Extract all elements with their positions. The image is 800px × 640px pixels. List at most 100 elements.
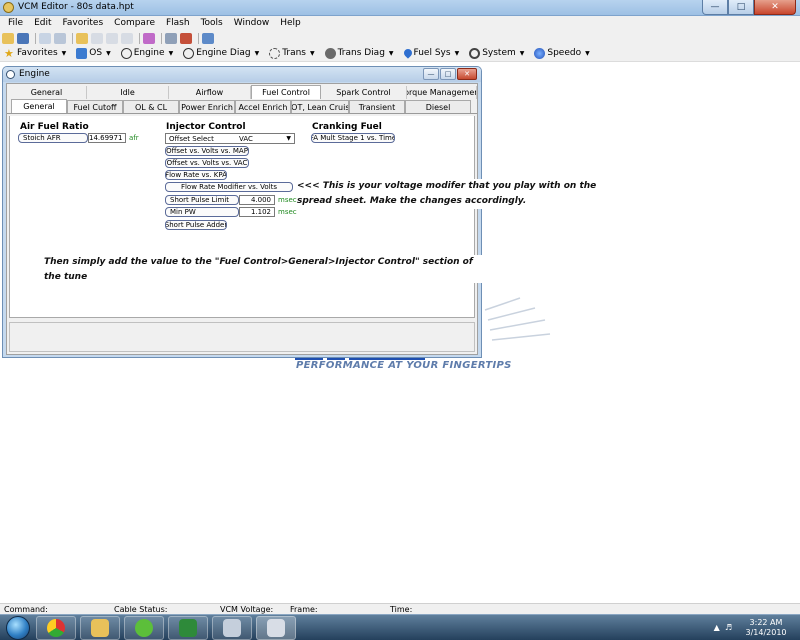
folder-icon[interactable] bbox=[76, 32, 88, 44]
flash-icon[interactable] bbox=[180, 32, 192, 44]
volume-icon[interactable]: ♬ bbox=[725, 623, 732, 632]
toolbar-separator bbox=[139, 32, 140, 44]
tab-torque-management[interactable]: Torque Management bbox=[407, 86, 477, 99]
stoich-afr-value[interactable]: 14.69971 bbox=[88, 133, 126, 143]
subtab-ol-cl[interactable]: OL & CL bbox=[123, 100, 179, 113]
category-toolbar: ★ Favorites ▼ OS ▼ Engine ▼ Engine Diag ▼ Tr… bbox=[0, 45, 800, 62]
tab-idle[interactable]: Idle bbox=[87, 86, 169, 99]
subtab-general[interactable]: General bbox=[11, 99, 67, 113]
fuel-control-general-panel: Air Fuel Ratio Stoich AFR 14.69971 afr I… bbox=[9, 116, 475, 318]
air-fuel-ratio-heading: Air Fuel Ratio bbox=[20, 122, 89, 132]
toolbar-separator bbox=[198, 32, 199, 44]
offset-volts-map-button[interactable]: Offset vs. Volts vs. MAP bbox=[165, 146, 249, 156]
tab-fuel-control[interactable]: Fuel Control bbox=[251, 85, 321, 99]
read-icon[interactable] bbox=[91, 32, 103, 44]
save-icon[interactable] bbox=[17, 32, 29, 44]
toolbar-trans-label: Trans bbox=[282, 48, 306, 58]
toolbar-engine-diag[interactable]: Engine Diag ▼ bbox=[183, 47, 259, 59]
taskbar-vcm-scanner[interactable] bbox=[212, 616, 252, 640]
min-pw-value[interactable]: 1.102 bbox=[239, 207, 275, 217]
folder-icon bbox=[91, 619, 109, 637]
engine-icon bbox=[120, 47, 132, 59]
menu-help[interactable]: Help bbox=[280, 16, 308, 31]
taskbar-explorer[interactable] bbox=[80, 616, 120, 640]
engine-minimize-button[interactable]: — bbox=[423, 68, 439, 80]
tab-airflow[interactable]: Airflow bbox=[169, 86, 251, 99]
tab-general[interactable]: General bbox=[7, 86, 87, 99]
menu-compare[interactable]: Compare bbox=[114, 16, 162, 31]
trans-icon bbox=[269, 47, 281, 59]
taskbar-app-green[interactable] bbox=[124, 616, 164, 640]
engine-close-button[interactable]: ✕ bbox=[457, 68, 477, 80]
status-frame: Frame: bbox=[290, 605, 318, 614]
tab-spark-control[interactable]: Spark Control bbox=[321, 86, 407, 99]
menu-flash[interactable]: Flash bbox=[166, 16, 197, 31]
checksum-icon[interactable] bbox=[143, 32, 155, 44]
engine-window-titlebar[interactable]: Engine — □ ✕ bbox=[3, 67, 481, 82]
short-pulse-adder-button[interactable]: Short Pulse Adder bbox=[165, 220, 227, 230]
fuel-drop-icon bbox=[401, 47, 414, 59]
anchor-icon[interactable] bbox=[202, 32, 214, 44]
maximize-button[interactable]: □ bbox=[728, 0, 754, 15]
window-controls: — □ ✕ bbox=[702, 0, 796, 15]
main-tabs: General Idle Airflow Fuel Control Spark … bbox=[7, 85, 477, 99]
start-button[interactable] bbox=[6, 616, 30, 640]
fa-mult-stage1-button[interactable]: FA Mult Stage 1 vs. Time bbox=[311, 133, 395, 143]
toolbar-trans[interactable]: Trans ▼ bbox=[269, 47, 315, 59]
minimize-button[interactable]: — bbox=[702, 0, 728, 15]
toolbar-speedo[interactable]: Speedo ▼ bbox=[534, 47, 590, 59]
engine-maximize-button[interactable]: □ bbox=[440, 68, 456, 80]
tray-icons[interactable]: ▲ ♬ bbox=[714, 623, 732, 632]
subtab-cot-lean-cruise[interactable]: COT, Lean Cruise bbox=[291, 100, 349, 113]
stoich-afr-unit: afr bbox=[129, 134, 139, 142]
short-pulse-limit-button[interactable]: Short Pulse Limit bbox=[165, 195, 239, 205]
offset-volts-vac-button[interactable]: Offset vs. Volts vs. VAC bbox=[165, 158, 249, 168]
taskbar-chrome[interactable] bbox=[36, 616, 76, 640]
min-pw-button[interactable]: Min PW bbox=[165, 207, 239, 217]
menu-file[interactable]: File bbox=[8, 16, 30, 31]
toolbar-engine-label: Engine bbox=[133, 48, 165, 58]
open-icon[interactable] bbox=[2, 32, 14, 44]
verify-icon[interactable] bbox=[121, 32, 133, 44]
taskbar-excel[interactable] bbox=[168, 616, 208, 640]
short-pulse-limit-value[interactable]: 4.000 bbox=[239, 195, 275, 205]
menu-tools[interactable]: Tools bbox=[201, 16, 230, 31]
app-titlebar[interactable]: VCM Editor - 80s data.hpt — □ ✕ bbox=[0, 0, 800, 16]
toolbar-system-label: System bbox=[482, 48, 516, 58]
scanner-icon[interactable] bbox=[165, 32, 177, 44]
menu-window[interactable]: Window bbox=[234, 16, 277, 31]
compare-icon[interactable] bbox=[39, 32, 51, 44]
write-icon[interactable] bbox=[106, 32, 118, 44]
stoich-afr-button[interactable]: Stoich AFR bbox=[18, 133, 88, 143]
menu-favorites[interactable]: Favorites bbox=[63, 16, 111, 31]
system-icon bbox=[469, 47, 481, 59]
flow-rate-kpa-button[interactable]: Flow Rate vs. KPA bbox=[165, 170, 227, 180]
status-bar: Command: Cable Status: VCM Voltage: Fram… bbox=[0, 603, 800, 614]
clock-time: 3:22 AM bbox=[749, 618, 783, 627]
subtab-power-enrich[interactable]: Power Enrich bbox=[179, 100, 235, 113]
print-icon[interactable] bbox=[54, 32, 66, 44]
toolbar-engine[interactable]: Engine ▼ bbox=[120, 47, 173, 59]
star-icon: ★ bbox=[4, 46, 14, 60]
taskbar-clock[interactable]: 3:22 AM 3/14/2010 bbox=[736, 618, 796, 638]
taskbar-vcm-editor[interactable] bbox=[256, 616, 296, 640]
toolbar-fuel-sys[interactable]: Fuel Sys ▼ bbox=[401, 47, 459, 59]
offset-select-combo[interactable]: Offset Select VAC ▼ bbox=[165, 133, 295, 144]
toolbar-trans-diag[interactable]: Trans Diag ▼ bbox=[324, 47, 394, 59]
chrome-icon bbox=[47, 619, 65, 637]
frog-icon bbox=[135, 619, 153, 637]
toolbar-favorites[interactable]: ★ Favorites ▼ bbox=[4, 48, 66, 59]
menu-edit[interactable]: Edit bbox=[34, 16, 58, 31]
tray-expand-icon[interactable]: ▲ bbox=[714, 623, 720, 632]
toolbar-engine-diag-label: Engine Diag bbox=[196, 48, 251, 58]
toolbar-os[interactable]: OS ▼ bbox=[76, 47, 111, 59]
subtab-accel-enrich[interactable]: Accel Enrich bbox=[235, 100, 291, 113]
subtab-diesel[interactable]: Diesel bbox=[405, 100, 471, 113]
min-pw-unit: msec bbox=[278, 208, 297, 216]
close-button[interactable]: ✕ bbox=[754, 0, 796, 15]
toolbar-system[interactable]: System ▼ bbox=[469, 47, 524, 59]
short-pulse-limit-unit: msec bbox=[278, 196, 297, 204]
subtab-transient[interactable]: Transient bbox=[349, 100, 405, 113]
flow-rate-modifier-button[interactable]: Flow Rate Modifier vs. Volts bbox=[165, 182, 293, 192]
subtab-fuel-cutoff[interactable]: Fuel Cutoff bbox=[67, 100, 123, 113]
